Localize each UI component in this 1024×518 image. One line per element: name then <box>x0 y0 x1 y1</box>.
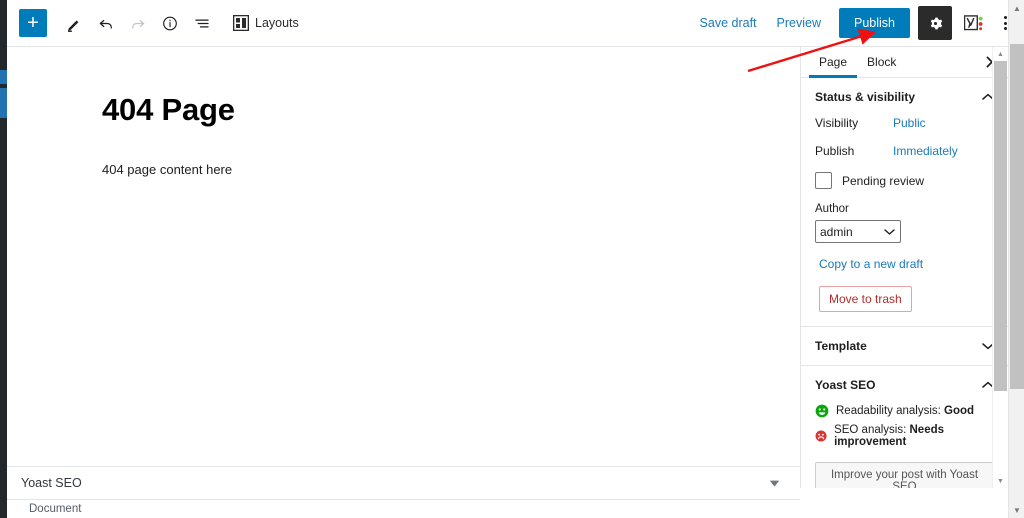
status-visibility-panel: Status & visibility Visibility Public Pu… <box>801 78 1008 327</box>
document-status-bar: Document <box>7 500 800 518</box>
visibility-label: Visibility <box>815 116 859 130</box>
pending-review-row: Pending review <box>815 172 994 189</box>
yoast-seo-panel: Yoast SEO Readability analysis: Good SEO… <box>801 366 1008 488</box>
info-icon[interactable] <box>155 8 185 38</box>
page-scrollbar[interactable]: ▲ ▼ <box>1008 0 1024 518</box>
readability-analysis-label: Readability analysis: Good <box>836 405 975 417</box>
author-label: Author <box>815 203 849 215</box>
sidebar-tabs: Page Block <box>801 47 1008 78</box>
save-draft-button[interactable]: Save draft <box>690 10 767 36</box>
layouts-label: Layouts <box>255 16 299 30</box>
page-scroll-up-arrow-icon[interactable]: ▲ <box>1009 0 1024 16</box>
metabox-collapse-toggle[interactable] <box>763 478 786 489</box>
status-visibility-body: Visibility Public Publish Immediately Pe… <box>801 116 1008 326</box>
publish-date-label: Publish <box>815 144 855 158</box>
scroll-down-arrow-icon[interactable]: ▼ <box>993 474 1008 488</box>
layouts-button[interactable]: Layouts <box>232 14 299 32</box>
readability-analysis-value: Good <box>944 405 975 417</box>
wordpress-block-editor: + Layouts Save draft Preview Publish 404… <box>0 0 1024 518</box>
scroll-up-arrow-icon[interactable]: ▲ <box>993 47 1008 61</box>
template-header[interactable]: Template <box>801 327 1008 365</box>
improve-post-button[interactable]: Improve your post with Yoast SEO <box>815 462 994 488</box>
visibility-value-button[interactable]: Public <box>893 116 926 130</box>
status-visibility-header[interactable]: Status & visibility <box>801 78 1008 116</box>
yoast-seo-icon[interactable] <box>958 7 990 39</box>
readability-analysis-row: Readability analysis: Good <box>815 404 994 418</box>
redo-icon[interactable] <box>123 8 153 38</box>
add-block-button[interactable]: + <box>19 9 47 37</box>
editor-canvas[interactable]: 404 Page 404 page content here <box>7 47 800 466</box>
editor-toolbar: + Layouts Save draft Preview Publish <box>7 0 1024 47</box>
publish-button[interactable]: Publish <box>839 8 910 38</box>
page-scroll-thumb[interactable] <box>1010 44 1024 389</box>
admin-menu-highlight-active <box>0 88 7 118</box>
document-label: Document <box>29 503 82 515</box>
publish-date-row: Publish Immediately <box>815 144 994 158</box>
status-visibility-title: Status & visibility <box>815 90 916 104</box>
pending-review-checkbox[interactable] <box>815 172 832 189</box>
undo-icon[interactable] <box>91 8 121 38</box>
visibility-row: Visibility Public <box>815 116 994 130</box>
page-content-paragraph[interactable]: 404 page content here <box>7 128 800 181</box>
list-view-icon[interactable] <box>187 8 217 38</box>
sidebar-scroll-thumb[interactable] <box>994 61 1007 391</box>
page-scroll-down-arrow-icon[interactable]: ▼ <box>1009 502 1024 518</box>
yoast-seo-title: Yoast SEO <box>815 378 876 392</box>
tab-page[interactable]: Page <box>809 47 858 78</box>
smiley-good-icon <box>815 404 829 418</box>
settings-sidebar: Page Block Status & visibility Visibilit… <box>800 47 1008 488</box>
page-title[interactable]: 404 Page <box>7 47 800 128</box>
template-title: Template <box>815 339 867 353</box>
yoast-seo-metabox[interactable]: Yoast SEO <box>7 466 800 500</box>
layouts-icon <box>232 14 250 32</box>
admin-menu-edge[interactable] <box>0 0 7 518</box>
seo-analysis-row: SEO analysis: Needs improvement <box>815 424 994 448</box>
move-to-trash-button[interactable]: Move to trash <box>819 286 912 312</box>
yoast-seo-header[interactable]: Yoast SEO <box>801 366 1008 404</box>
pending-review-label: Pending review <box>842 173 925 188</box>
author-select-wrap: admin <box>815 220 901 243</box>
preview-button[interactable]: Preview <box>767 10 831 36</box>
author-select[interactable]: admin <box>815 220 901 243</box>
edit-tool-icon[interactable] <box>59 8 89 38</box>
template-panel: Template <box>801 327 1008 366</box>
toolbar-left-group: + Layouts <box>7 8 299 38</box>
settings-gear-button[interactable] <box>918 6 952 40</box>
sidebar-scrollbar[interactable]: ▲ ▼ <box>992 47 1007 488</box>
yoast-seo-metabox-title: Yoast SEO <box>21 476 82 490</box>
publish-date-value-button[interactable]: Immediately <box>893 144 958 158</box>
yoast-seo-body: Readability analysis: Good SEO analysis:… <box>801 404 1008 488</box>
seo-analysis-label: SEO analysis: Needs improvement <box>834 424 945 448</box>
kebab-dots-icon <box>1003 16 1007 30</box>
smiley-bad-icon <box>815 430 827 442</box>
toolbar-right-group: Save draft Preview Publish <box>690 0 1024 46</box>
chevron-down-icon <box>769 480 780 487</box>
copy-to-new-draft-button[interactable]: Copy to a new draft <box>815 257 923 271</box>
admin-menu-highlight <box>0 70 7 84</box>
tab-block[interactable]: Block <box>857 47 906 77</box>
